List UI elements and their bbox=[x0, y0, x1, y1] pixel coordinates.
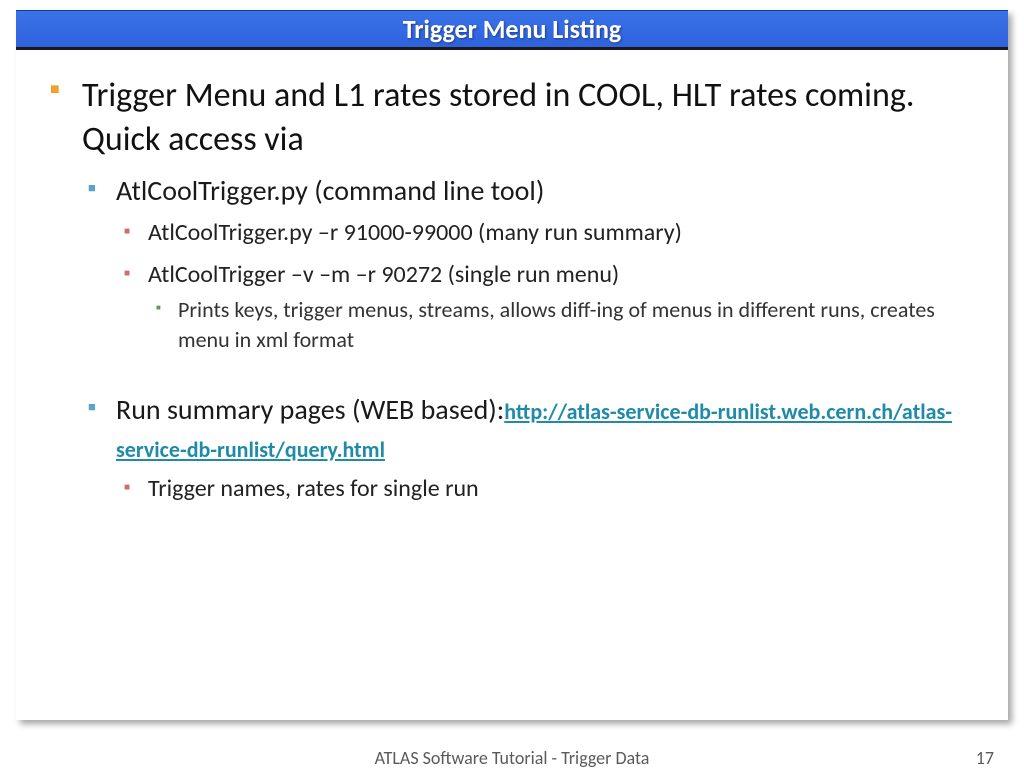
bullet-sub1: AtlCoolTrigger.py (command line tool) At… bbox=[82, 172, 980, 354]
bullet-sub2-prefix: Run summary pages (WEB based): bbox=[116, 392, 504, 427]
slide-content: Trigger Menu and L1 rates stored in COOL… bbox=[16, 50, 1008, 506]
bullet-sub2: Run summary pages (WEB based):http://atl… bbox=[82, 391, 980, 506]
slide-title-bar: Trigger Menu Listing bbox=[16, 10, 1008, 50]
bullet-main: Trigger Menu and L1 rates stored in COOL… bbox=[44, 74, 980, 506]
bullet-sub1b1: Prints keys, trigger menus, streams, all… bbox=[148, 295, 980, 354]
bullet-sub1-text: AtlCoolTrigger.py (command line tool) bbox=[116, 173, 544, 208]
bullet-sub2a: Trigger names, rates for single run bbox=[116, 472, 980, 506]
bullet-sub1a: AtlCoolTrigger.py –r 91000-99000 (many r… bbox=[116, 216, 980, 250]
slide-frame: Trigger Menu Listing Trigger Menu and L1… bbox=[16, 10, 1008, 720]
footer-center-text: ATLAS Software Tutorial - Trigger Data bbox=[0, 747, 1024, 769]
page-number: 17 bbox=[976, 747, 994, 769]
spacer bbox=[82, 363, 980, 391]
bullet-main-text: Trigger Menu and L1 rates stored in COOL… bbox=[82, 75, 914, 160]
bullet-sub1b: AtlCoolTrigger –v –m –r 90272 (single ru… bbox=[116, 258, 980, 355]
slide-title: Trigger Menu Listing bbox=[403, 13, 622, 45]
bullet-sub1b-text: AtlCoolTrigger –v –m –r 90272 (single ru… bbox=[148, 260, 619, 289]
